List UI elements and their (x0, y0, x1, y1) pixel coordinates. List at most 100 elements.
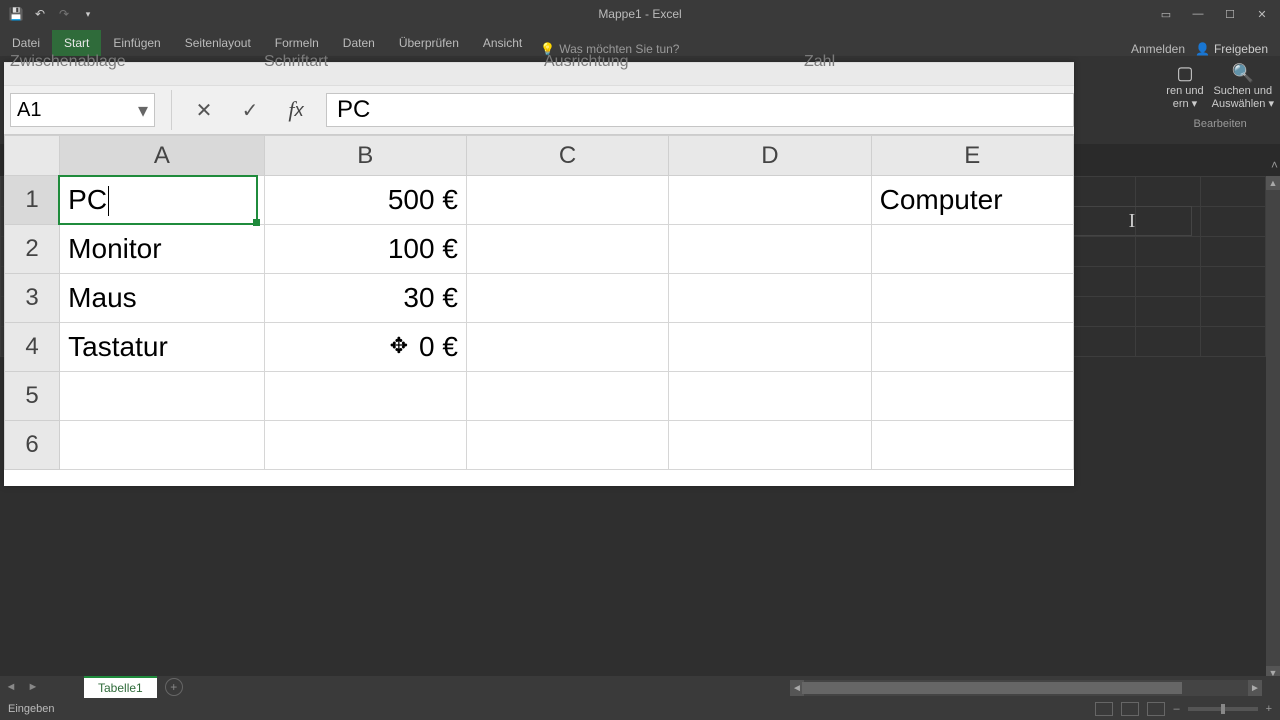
cell-D2[interactable] (669, 225, 871, 274)
view-pagebreak-button[interactable] (1147, 702, 1165, 716)
cell-D3[interactable] (669, 274, 871, 323)
signin-link[interactable]: Anmelden (1131, 42, 1185, 56)
cell-D1[interactable] (669, 176, 871, 225)
cell-value: PC (68, 184, 107, 215)
cell-D6[interactable] (669, 421, 871, 470)
cell-C2[interactable] (466, 225, 668, 274)
confirm-edit-button[interactable]: ✓ (234, 94, 266, 126)
sheet-nav-next[interactable]: ► (22, 681, 44, 693)
search-icon[interactable]: 🔍 (1212, 62, 1274, 85)
col-header-A[interactable]: A (60, 136, 264, 176)
save-icon[interactable]: 💾 (8, 6, 24, 22)
row-header-4[interactable]: 4 (5, 323, 60, 372)
cell-A3[interactable]: Maus (60, 274, 264, 323)
cell-B1[interactable]: 500 € (264, 176, 466, 225)
group-label-zwischenablage: Zwischenablage (10, 53, 126, 71)
close-button[interactable]: ✕ (1248, 4, 1276, 24)
fx-button[interactable]: fx (280, 94, 312, 126)
tab-ansicht[interactable]: Ansicht (471, 30, 534, 56)
filter-icon[interactable]: ▢ (1166, 62, 1203, 85)
maximize-button[interactable]: ☐ (1216, 4, 1244, 24)
zoom-out-button[interactable]: – (1173, 703, 1179, 715)
name-box[interactable]: A1 ▾ (10, 93, 155, 127)
cell-D4[interactable] (669, 323, 871, 372)
col-header-B[interactable]: B (264, 136, 466, 176)
sheet-tab-active[interactable]: Tabelle1 (84, 676, 157, 698)
select-all-corner[interactable] (5, 136, 60, 176)
separator (171, 90, 172, 130)
background-formula-input[interactable]: I (1072, 206, 1192, 236)
spreadsheet-grid[interactable]: A B C D E 1 PC 500 € Computer 2 Monitor … (4, 135, 1074, 486)
cell-E1[interactable]: Computer (871, 176, 1073, 225)
ribbon-tabs: Datei Start Einfügen Seitenlayout Formel… (0, 28, 1280, 56)
view-pagelayout-button[interactable] (1121, 702, 1139, 716)
cursor-icon: I (1129, 210, 1136, 233)
cell-E6[interactable] (871, 421, 1073, 470)
redo-icon: ↷ (56, 6, 72, 22)
cell-B6[interactable] (264, 421, 466, 470)
col-header-D[interactable]: D (669, 136, 871, 176)
cell-E5[interactable] (871, 372, 1073, 421)
filter-label-1: ren und (1166, 85, 1203, 99)
share-label: Freigeben (1214, 42, 1268, 56)
cell-A5[interactable] (60, 372, 264, 421)
chevron-down-icon[interactable]: ▾ (138, 98, 148, 123)
col-header-E[interactable]: E (871, 136, 1073, 176)
scroll-thumb[interactable] (802, 682, 1182, 694)
cell-A2[interactable]: Monitor (60, 225, 264, 274)
cell-B2[interactable]: 100 € (264, 225, 466, 274)
row-header-1[interactable]: 1 (5, 176, 60, 225)
cell-D5[interactable] (669, 372, 871, 421)
cell-E2[interactable] (871, 225, 1073, 274)
add-sheet-button[interactable]: + (165, 678, 183, 696)
cell-B4[interactable]: ✥ 0 € (264, 323, 466, 372)
cell-E4[interactable] (871, 323, 1073, 372)
row-header-2[interactable]: 2 (5, 225, 60, 274)
scroll-right-icon[interactable]: ► (1248, 680, 1262, 696)
title-bar: 💾 ↶ ↷ ▾ Mappe1 - Excel ▭ — ☐ ✕ (0, 0, 1280, 28)
share-button[interactable]: 👤 Freigeben (1195, 42, 1268, 56)
cell-A1[interactable]: PC (60, 176, 264, 225)
tab-daten[interactable]: Daten (331, 30, 387, 56)
zoom-in-button[interactable]: + (1266, 703, 1272, 715)
vertical-scrollbar[interactable]: ▲ ▼ (1266, 176, 1280, 680)
scroll-up-icon[interactable]: ▲ (1266, 176, 1280, 190)
formula-bar: A1 ▾ ✕ ✓ fx PC (4, 85, 1074, 135)
zoom-overlay: Zwischenablage Schriftart Ausrichtung Za… (4, 62, 1074, 486)
cancel-edit-button[interactable]: ✕ (188, 94, 220, 126)
text-caret (108, 186, 109, 216)
col-header-C[interactable]: C (466, 136, 668, 176)
cell-C6[interactable] (466, 421, 668, 470)
status-mode: Eingeben (8, 703, 55, 715)
horizontal-scrollbar[interactable]: ◄ ► (790, 680, 1262, 696)
name-box-value: A1 (17, 99, 41, 122)
cell-C1[interactable] (466, 176, 668, 225)
group-label-bearbeiten: Bearbeiten (1166, 118, 1274, 132)
row-header-5[interactable]: 5 (5, 372, 60, 421)
formula-value: PC (337, 96, 370, 124)
tab-seitenlayout[interactable]: Seitenlayout (173, 30, 263, 56)
zoom-slider[interactable] (1188, 707, 1258, 711)
cell-C4[interactable] (466, 323, 668, 372)
ribbon-options-icon[interactable]: ▭ (1152, 4, 1180, 24)
row-header-3[interactable]: 3 (5, 274, 60, 323)
cell-A6[interactable] (60, 421, 264, 470)
qa-customize-icon[interactable]: ▾ (80, 6, 96, 22)
status-bar: Eingeben – + (0, 698, 1280, 720)
search-label-1: Suchen und (1212, 85, 1274, 99)
undo-icon[interactable]: ↶ (32, 6, 48, 22)
formula-input[interactable]: PC (326, 93, 1074, 127)
cell-E3[interactable] (871, 274, 1073, 323)
collapse-ribbon-icon[interactable]: ˄ (1271, 158, 1278, 172)
cell-C5[interactable] (466, 372, 668, 421)
cell-A4[interactable]: Tastatur (60, 323, 264, 372)
sheet-nav-prev[interactable]: ◄ (0, 681, 22, 693)
cell-B5[interactable] (264, 372, 466, 421)
row-header-6[interactable]: 6 (5, 421, 60, 470)
tab-ueberpruefen[interactable]: Überprüfen (387, 30, 471, 56)
cell-C3[interactable] (466, 274, 668, 323)
cell-B3[interactable]: 30 € (264, 274, 466, 323)
view-normal-button[interactable] (1095, 702, 1113, 716)
minimize-button[interactable]: — (1184, 4, 1212, 24)
filter-label-2: ern ▾ (1166, 98, 1203, 112)
